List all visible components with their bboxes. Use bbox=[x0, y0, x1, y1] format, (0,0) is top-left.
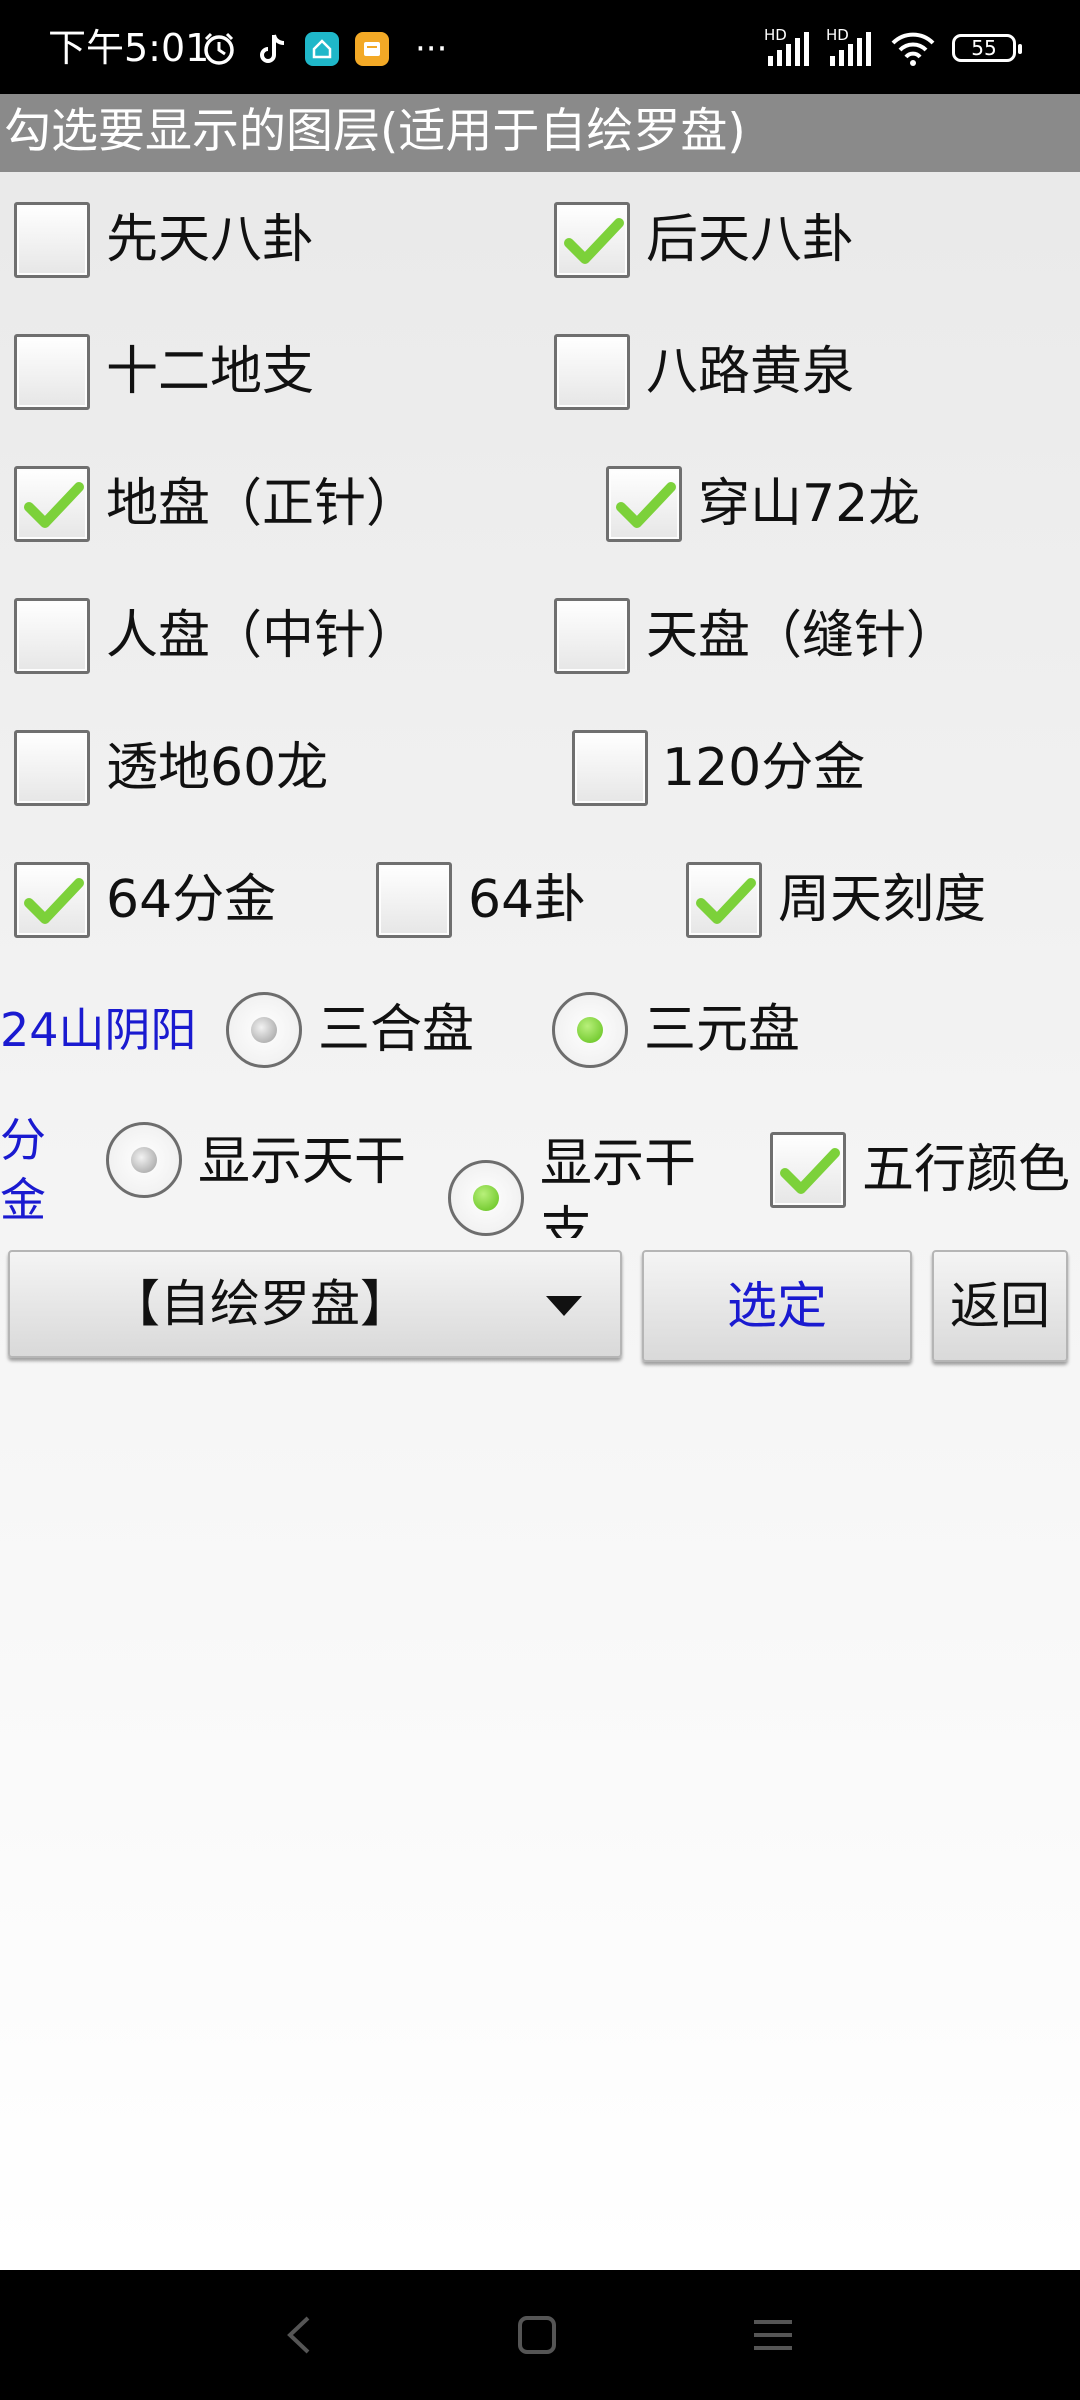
radio-sanhe[interactable] bbox=[226, 992, 302, 1068]
checkmark-icon bbox=[24, 878, 84, 924]
layer-label[interactable]: 十二地支 bbox=[106, 340, 314, 404]
layer-label[interactable]: 周天刻度 bbox=[778, 868, 986, 932]
alarm-icon bbox=[200, 30, 238, 68]
layer-checkbox[interactable] bbox=[554, 334, 630, 410]
page-title: 勾选要显示的图层(适用于自绘罗盘) bbox=[4, 104, 746, 159]
compass-dropdown[interactable]: 【自绘罗盘】 bbox=[8, 1250, 622, 1358]
radio-dot bbox=[473, 1185, 499, 1211]
tiktok-icon bbox=[256, 30, 290, 68]
back-button-label: 返回 bbox=[950, 1277, 1050, 1335]
wuxing-color-label[interactable]: 五行颜色 bbox=[862, 1138, 1070, 1202]
status-time: 下午5:01 bbox=[48, 26, 210, 70]
layer-checkbox[interactable] bbox=[14, 202, 90, 278]
layer-label[interactable]: 64分金 bbox=[106, 868, 276, 932]
checkmark-icon bbox=[696, 878, 756, 924]
signal-hd-label: HD bbox=[764, 26, 787, 44]
wuxing-color-checkbox[interactable] bbox=[770, 1132, 846, 1208]
home-app-icon bbox=[305, 32, 339, 66]
back-nav-icon[interactable] bbox=[276, 2310, 326, 2360]
layer-label[interactable]: 八路黄泉 bbox=[646, 340, 854, 404]
radio-tiangan[interactable] bbox=[106, 1122, 182, 1198]
radio-dot bbox=[131, 1147, 157, 1173]
layer-label[interactable]: 透地60龙 bbox=[106, 736, 328, 800]
layer-label[interactable]: 穿山72龙 bbox=[698, 472, 920, 536]
layer-checkbox[interactable] bbox=[554, 598, 630, 674]
layer-label[interactable]: 120分金 bbox=[662, 736, 865, 800]
layer-label[interactable]: 64卦 bbox=[468, 868, 586, 932]
checkmark-icon bbox=[780, 1148, 840, 1194]
radio-label[interactable]: 显示干 bbox=[540, 1132, 696, 1196]
layer-label[interactable]: 天盘（缝针） bbox=[646, 604, 958, 668]
layer-checkbox[interactable] bbox=[572, 730, 648, 806]
radio-dot bbox=[251, 1017, 277, 1043]
layer-label[interactable]: 地盘（正针） bbox=[106, 472, 418, 536]
radio-dot bbox=[577, 1017, 603, 1043]
radio-label[interactable]: 支 bbox=[540, 1200, 592, 1238]
signal-hd-label: HD bbox=[826, 26, 849, 44]
checkmark-icon bbox=[616, 482, 676, 528]
layer-checkbox[interactable] bbox=[686, 862, 762, 938]
layer-checkbox[interactable] bbox=[606, 466, 682, 542]
layer-label[interactable]: 人盘（中针） bbox=[106, 604, 418, 668]
layer-checkbox[interactable] bbox=[14, 862, 90, 938]
checkmark-icon bbox=[564, 218, 624, 264]
checkmark-icon bbox=[24, 482, 84, 528]
layer-checkbox[interactable] bbox=[14, 730, 90, 806]
navigation-bar bbox=[0, 2270, 1080, 2400]
more-icon: ··· bbox=[415, 29, 448, 69]
layer-checkbox[interactable] bbox=[14, 466, 90, 542]
select-button-label: 选定 bbox=[727, 1277, 827, 1335]
layer-checkbox[interactable] bbox=[14, 334, 90, 410]
header-bar: 勾选要显示的图层(适用于自绘罗盘) bbox=[0, 94, 1080, 172]
select-button[interactable]: 选定 bbox=[642, 1250, 912, 1362]
home-nav-icon[interactable] bbox=[512, 2310, 562, 2360]
yinyang-label: 24山阴阳 bbox=[0, 1003, 197, 1057]
notes-app-icon bbox=[355, 32, 389, 66]
back-button[interactable]: 返回 bbox=[932, 1250, 1068, 1362]
radio-label[interactable]: 三合盘 bbox=[318, 998, 474, 1062]
battery-icon: 55 bbox=[952, 34, 1022, 62]
layer-label[interactable]: 先天八卦 bbox=[106, 208, 314, 272]
radio-label[interactable]: 三元盘 bbox=[644, 998, 800, 1062]
layer-label[interactable]: 后天八卦 bbox=[646, 208, 854, 272]
radio-label[interactable]: 显示天干 bbox=[198, 1130, 406, 1194]
radio-ganzhi[interactable] bbox=[448, 1160, 524, 1236]
status-bar: 下午5:01 ··· HD HD 55 bbox=[0, 0, 1080, 94]
fenjin-label: 金 bbox=[0, 1173, 46, 1227]
chevron-down-icon bbox=[546, 1296, 582, 1316]
dropdown-value: 【自绘罗盘】 bbox=[110, 1275, 410, 1333]
fenjin-label: 分 bbox=[0, 1113, 46, 1167]
layer-checkbox[interactable] bbox=[14, 598, 90, 674]
layer-checkbox[interactable] bbox=[376, 862, 452, 938]
radio-sanyuan[interactable] bbox=[552, 992, 628, 1068]
menu-nav-icon[interactable] bbox=[748, 2310, 798, 2360]
wifi-icon bbox=[890, 30, 936, 68]
layer-checkbox[interactable] bbox=[554, 202, 630, 278]
